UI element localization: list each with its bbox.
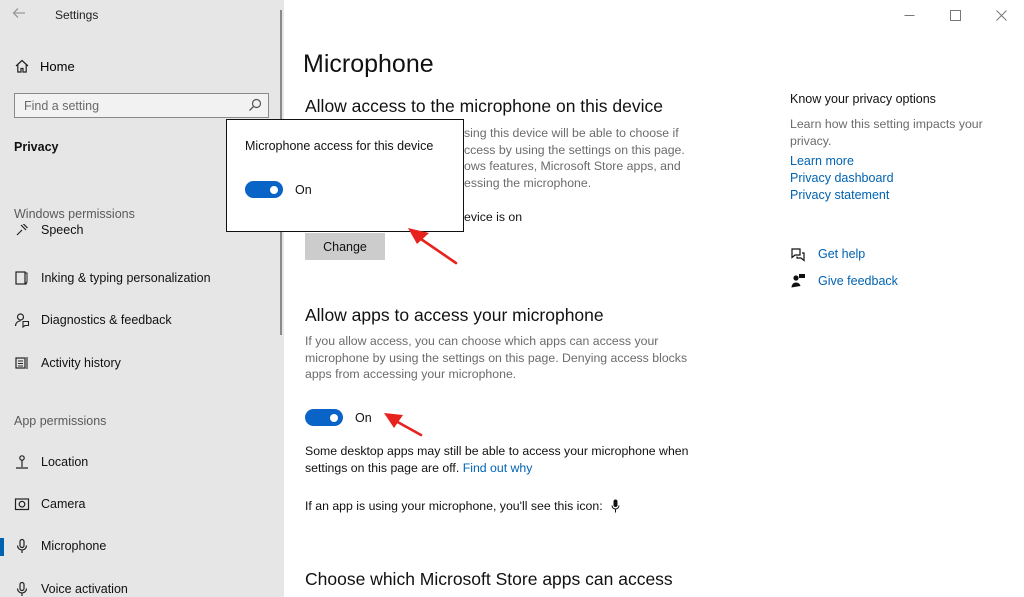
device-access-heading: Allow access to the microphone on this d… xyxy=(305,96,663,116)
annotation-arrow-change xyxy=(408,228,458,265)
search-icon[interactable] xyxy=(248,98,262,112)
sidebar-item-label: Inking & typing personalization xyxy=(41,271,211,285)
give-feedback-label: Give feedback xyxy=(818,274,898,288)
sidebar-item-activity-history[interactable]: Activity history xyxy=(0,351,280,375)
apps-desc-line-1: If you allow access, you can choose whic… xyxy=(305,334,659,348)
app-permissions-heading: App permissions xyxy=(14,414,107,428)
give-feedback-icon xyxy=(791,274,805,288)
change-button[interactable]: Change xyxy=(305,233,385,260)
sidebar-item-label: Microphone xyxy=(41,539,107,553)
privacy-options-title: Know your privacy options xyxy=(790,92,936,106)
apps-toggle-row: On xyxy=(305,409,372,426)
sidebar-item-diagnostics[interactable]: Diagnostics & feedback xyxy=(0,308,280,332)
microphone-icon xyxy=(13,537,31,555)
give-feedback-row[interactable]: Give feedback xyxy=(790,273,898,289)
minimize-button[interactable] xyxy=(886,0,932,30)
app-title: Settings xyxy=(55,8,99,22)
store-apps-heading: Choose which Microsoft Store apps can ac… xyxy=(305,569,673,589)
sidebar-item-location[interactable]: Location xyxy=(0,450,280,474)
section-heading-privacy: Privacy xyxy=(14,140,59,154)
inking-icon xyxy=(13,269,31,287)
desktop-apps-note-line-1: Some desktop apps may still be able to a… xyxy=(305,444,689,458)
apps-access-toggle[interactable] xyxy=(305,409,343,426)
sidebar-item-inking[interactable]: Inking & typing personalization xyxy=(0,266,280,290)
sidebar: Settings Home Privacy Windows permission… xyxy=(0,0,284,597)
microphone-access-popup: Microphone access for this device On xyxy=(226,119,464,232)
desktop-apps-note-text: settings on this page are off. xyxy=(305,460,460,475)
popup-toggle-row: On xyxy=(245,181,312,198)
location-icon xyxy=(13,453,31,471)
back-button[interactable] xyxy=(12,6,32,24)
toggle-state-label: On xyxy=(295,182,312,197)
toggle-knob xyxy=(270,185,278,194)
maximize-button[interactable] xyxy=(932,0,978,30)
page-title: Microphone xyxy=(303,50,434,78)
privacy-options-desc: Learn how this setting impacts your priv… xyxy=(790,117,983,148)
annotation-arrow-toggle xyxy=(384,413,423,437)
voice-activation-icon xyxy=(13,580,31,597)
device-desc-line-1: sing this device will be able to choose … xyxy=(464,126,679,140)
get-help-icon xyxy=(791,248,805,262)
device-desc-line-2: ccess by using the settings on this page… xyxy=(464,142,685,157)
home-nav-item[interactable]: Home xyxy=(14,56,75,76)
microphone-in-use-icon xyxy=(611,499,620,513)
diagnostics-icon xyxy=(13,311,31,329)
window-controls xyxy=(886,0,1024,30)
sidebar-item-label: Camera xyxy=(41,497,86,511)
toggle-knob xyxy=(330,413,338,422)
search-box[interactable] xyxy=(14,93,269,118)
home-icon xyxy=(15,59,29,73)
mic-icon-note-text: If an app is using your microphone, you'… xyxy=(305,499,603,513)
device-access-toggle[interactable] xyxy=(245,181,283,198)
apps-desc-line-3: apps from accessing your microphone. xyxy=(305,367,517,381)
apps-desc-line-2: microphone by using the settings on this… xyxy=(305,350,688,365)
sidebar-item-label: Activity history xyxy=(41,356,121,370)
sidebar-item-label: Speech xyxy=(41,224,84,237)
device-desc-line-3: ows features, Microsoft Store apps, and xyxy=(464,159,681,173)
sidebar-item-label: Voice activation xyxy=(41,582,128,596)
sidebar-item-label: Diagnostics & feedback xyxy=(41,313,172,327)
find-out-why-link[interactable]: Find out why xyxy=(463,461,533,475)
privacy-dashboard-link[interactable]: Privacy dashboard xyxy=(790,171,894,185)
speech-icon xyxy=(13,224,31,238)
back-arrow-icon xyxy=(12,8,25,18)
minimize-icon xyxy=(904,14,914,16)
get-help-label: Get help xyxy=(818,247,866,261)
device-access-status: evice is on xyxy=(464,210,523,224)
camera-icon xyxy=(13,495,31,513)
sidebar-item-microphone[interactable]: Microphone xyxy=(0,534,280,558)
sidebar-item-camera[interactable]: Camera xyxy=(0,492,280,516)
get-help-row[interactable]: Get help xyxy=(790,246,865,262)
apps-access-heading: Allow apps to access your microphone xyxy=(305,305,604,325)
maximize-icon xyxy=(949,9,961,21)
home-label: Home xyxy=(40,58,75,74)
close-button[interactable] xyxy=(978,0,1024,30)
windows-permissions-heading: Windows permissions xyxy=(14,207,135,221)
mic-icon-note: If an app is using your microphone, you'… xyxy=(305,498,620,515)
title-bar: Settings xyxy=(0,0,284,30)
sidebar-item-label: Location xyxy=(41,455,89,469)
privacy-statement-link[interactable]: Privacy statement xyxy=(790,188,889,202)
sidebar-item-voice-activation[interactable]: Voice activation xyxy=(0,577,280,597)
learn-more-link[interactable]: Learn more xyxy=(790,154,854,168)
activity-icon xyxy=(13,354,31,372)
close-icon xyxy=(995,9,1007,21)
toggle-state-label: On xyxy=(355,410,372,425)
desktop-apps-note-line-2: settings on this page are off. Find out … xyxy=(305,460,532,477)
search-input[interactable] xyxy=(15,94,245,117)
device-desc-line-4: essing the microphone. xyxy=(464,175,592,190)
popup-title: Microphone access for this device xyxy=(245,139,434,153)
